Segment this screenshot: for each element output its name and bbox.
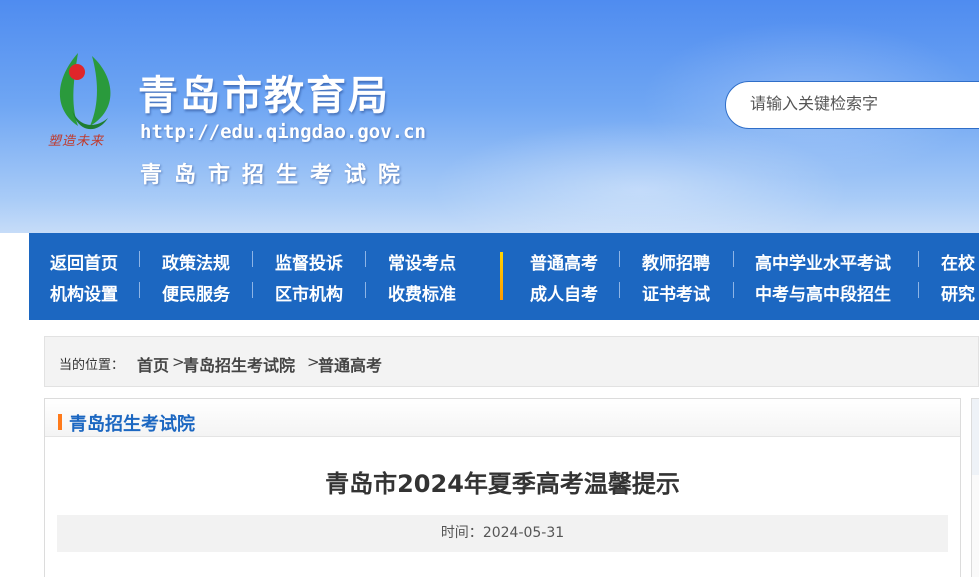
nav-item-district-agencies[interactable]: 区市机构 [275,280,343,305]
article-title: 青岛市2024年夏季高考温馨提示 [325,470,680,498]
breadcrumb-home[interactable]: 首页 [137,352,169,376]
nav-divider [365,251,366,267]
article-meta: 时间：2024-05-31 [57,515,948,552]
nav-divider [252,282,253,298]
nav-divider [139,282,140,298]
breadcrumb: 当的位置： 首页 > 青岛招生考试院 > 普通高考 [44,336,979,387]
site-subtitle: 青岛市招生考试院 [140,163,413,188]
nav-item-certificate-exam[interactable]: 证书考试 [642,280,710,305]
site-url: http://edu.qingdao.gov.cn [140,121,426,143]
nav-item-research[interactable]: 研究 [941,280,975,305]
nav-item-in-school[interactable]: 在校 [941,249,975,274]
sidebar-panel-header [972,399,979,475]
panel-header: 青岛招生考试院 [45,399,960,437]
logo-slogan: 塑造未来 [48,134,105,149]
site-title[interactable]: 青岛市教育局 [138,63,390,121]
nav-item-gaokao[interactable]: 普通高考 [530,249,598,274]
main-nav: 返回首页 政策法规 监督投诉 常设考点 普通高考 教师招聘 高中学业水平考试 在… [29,233,979,320]
nav-item-exam-sites[interactable]: 常设考点 [388,249,456,274]
article-date: 2024-05-31 [482,525,565,541]
nav-item-organization[interactable]: 机构设置 [50,280,118,305]
nav-divider [733,251,734,267]
nav-item-academic-exam[interactable]: 高中学业水平考试 [755,249,891,274]
nav-item-policy[interactable]: 政策法规 [162,249,230,274]
nav-divider [619,251,620,267]
search-input[interactable] [725,81,979,129]
breadcrumb-exam-institute[interactable]: 青岛招生考试院 [183,352,295,376]
nav-item-zhongkao[interactable]: 中考与高中段招生 [755,280,891,305]
nav-divider [139,251,140,267]
nav-divider [733,282,734,298]
nav-divider [252,251,253,267]
nav-item-home[interactable]: 返回首页 [50,249,118,274]
nav-item-services[interactable]: 便民服务 [162,280,230,305]
sidebar-panel-edge [971,398,979,577]
breadcrumb-gaokao[interactable]: 普通高考 [318,352,382,376]
nav-item-fees[interactable]: 收费标准 [388,280,456,305]
nav-item-adult-exam[interactable]: 成人自考 [530,280,598,305]
nav-divider [365,282,366,298]
article-panel: 青岛招生考试院 青岛市2024年夏季高考温馨提示 时间：2024-05-31 [44,398,961,577]
nav-section-divider [500,252,503,300]
nav-item-complaints[interactable]: 监督投诉 [275,249,343,274]
nav-divider [918,251,919,267]
nav-divider [918,282,919,298]
breadcrumb-label: 当的位置： [59,358,125,373]
nav-item-teacher-recruit[interactable]: 教师招聘 [642,249,710,274]
header-banner: 塑造未来 青岛市教育局 http://edu.qingdao.gov.cn 青岛… [0,0,979,233]
panel-title[interactable]: 青岛招生考试院 [69,410,195,436]
panel-accent-bar [58,414,62,430]
nav-divider [619,282,620,298]
date-label: 时间： [440,525,483,541]
